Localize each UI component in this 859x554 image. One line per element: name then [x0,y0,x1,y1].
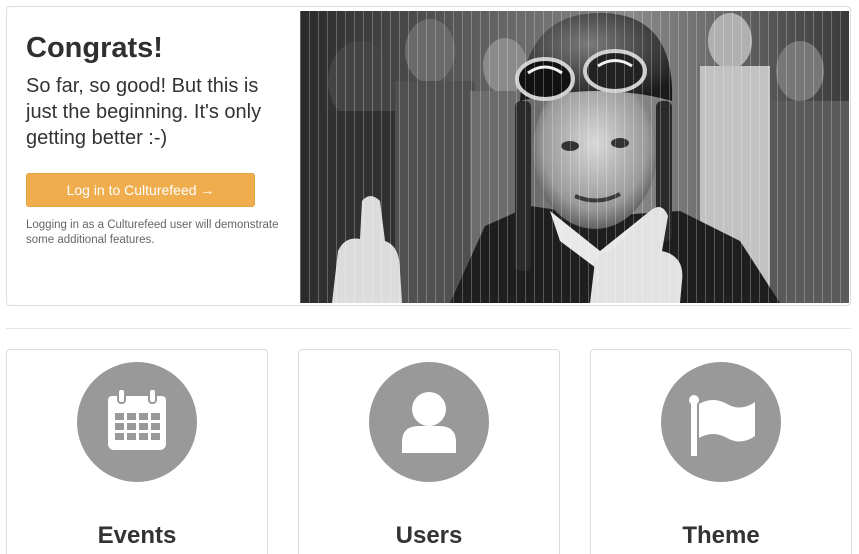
events-card[interactable]: Events [6,349,268,554]
theme-card[interactable]: Theme [590,349,852,554]
hero-photo [300,11,849,303]
calendar-icon [77,362,197,482]
welcome-panel: Congrats! So far, so good! But this is j… [6,6,851,306]
users-card[interactable]: Users [298,349,560,554]
login-culturefeed-button[interactable]: Log in to Culturefeed → [26,173,255,207]
user-icon [369,362,489,482]
section-divider [6,328,851,329]
users-card-title: Users [395,522,463,549]
events-card-title: Events [97,522,177,549]
welcome-lead: So far, so good! But this is just the be… [26,75,262,149]
welcome-text-block: Congrats! So far, so good! But this is j… [26,31,281,248]
flag-icon [661,362,781,482]
welcome-title: Congrats! [26,32,163,64]
login-note: Logging in as a Culturefeed user will de… [26,219,279,246]
theme-card-title: Theme [682,522,760,549]
